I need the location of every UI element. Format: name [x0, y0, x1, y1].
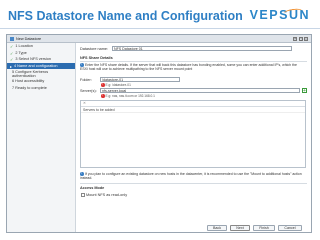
next-button[interactable]: Next: [230, 225, 250, 231]
server-label: Server(s):: [80, 89, 97, 93]
check-icon: ✓: [10, 57, 14, 62]
title-divider: [0, 28, 320, 29]
check-icon: ✓: [10, 50, 14, 56]
warning-text: i If you plan to configure an existing da…: [80, 171, 302, 181]
close-icon[interactable]: ×: [304, 36, 308, 41]
cancel-button[interactable]: Cancel: [278, 225, 302, 231]
info-icon: i: [80, 171, 84, 176]
server-input[interactable]: nfs-server.local: [100, 88, 300, 93]
nfs-share-details-header: NFS Share Details: [80, 56, 113, 60]
info-icon: i: [101, 93, 105, 98]
add-server-button[interactable]: +: [302, 88, 307, 94]
server-hint: i E.g: nas, nas.it.com or 192.168.0.1: [101, 93, 155, 98]
check-icon: ✓: [10, 44, 14, 49]
info-icon: i: [80, 62, 84, 67]
folder-input[interactable]: /datastore-01: [100, 77, 180, 82]
folder-label: Folder:: [80, 78, 92, 82]
divider: [80, 61, 307, 62]
readonly-checkbox[interactable]: [81, 193, 85, 197]
maximize-icon[interactable]: ▢: [298, 36, 303, 41]
datastore-icon: [10, 36, 14, 41]
folder-hint: i E.g: /datastore-01: [101, 82, 131, 87]
datastore-name-input[interactable]: NFS Datastore 01: [112, 46, 292, 51]
readonly-label: Mount NFS as read-only: [86, 193, 128, 197]
wizard-steps: ✓ 1 Location ✓ 2 Type ✓ 3 Select NFS versio…: [7, 43, 76, 232]
step-ready[interactable]: 7 Ready to complete: [7, 85, 75, 92]
new-datastore-dialog: New Datastore ? ▢ × ✓ 1 Location ✓ 2 Type …: [6, 34, 312, 233]
servers-list: ✕ Servers to be added: [80, 100, 306, 168]
datastore-name-label: Datastore name:: [80, 47, 109, 51]
arrow-icon: ▸: [10, 63, 13, 69]
back-button[interactable]: Back: [207, 225, 227, 231]
divider: [80, 183, 307, 184]
list-item[interactable]: Servers to be added: [81, 107, 305, 113]
nfs-info-text: i Enter the NFS share details. If the ser…: [80, 62, 297, 72]
slide-title: NFS Datastore Name and Configuration: [8, 9, 243, 23]
access-mode-header: Access Mode: [80, 186, 105, 190]
step-kerberos[interactable]: 5 Configure Kerberos authentication: [7, 69, 75, 78]
info-icon: i: [101, 82, 105, 87]
help-icon[interactable]: ?: [293, 36, 297, 41]
window-titlebar: New Datastore ? ▢ ×: [7, 35, 311, 43]
wizard-content: Datastore name: NFS Datastore 01 NFS Sha…: [76, 43, 311, 232]
window-title: New Datastore: [16, 36, 42, 41]
finish-button[interactable]: Finish: [253, 225, 275, 231]
